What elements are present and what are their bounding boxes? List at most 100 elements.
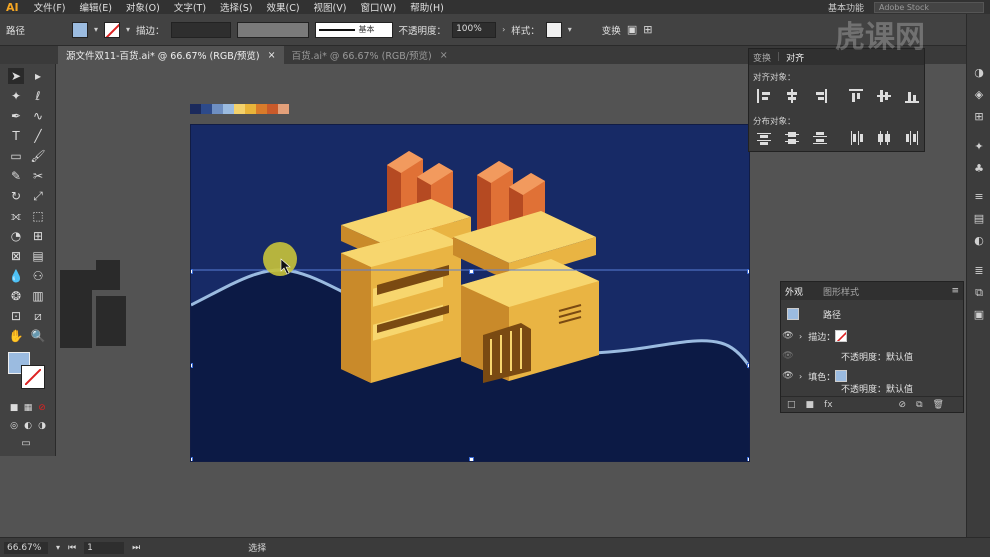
shaper-tool-icon[interactable]: ✎ [8,168,24,184]
delete-item-icon[interactable]: 🗑 [933,400,944,410]
menu-view[interactable]: 视图(V) [307,0,354,14]
artboard-number[interactable]: 1 [84,541,125,554]
palette-swatch[interactable] [256,104,267,114]
palette-swatch[interactable] [212,104,223,114]
close-icon[interactable]: × [268,50,276,61]
menu-object[interactable]: 对象(O) [119,0,167,14]
tab-appearance[interactable]: 外观 [785,285,803,298]
opacity-field[interactable]: 100% [452,21,497,38]
distribute-vcenter-icon[interactable] [785,131,799,145]
stroke-swatch[interactable] [835,330,848,342]
appearance-opacity-row-2[interactable]: 不透明度：默认值 [781,382,951,395]
none-mode-icon[interactable]: ⊘ [34,400,50,416]
align-bottom-icon[interactable] [905,89,919,103]
zoom-level[interactable]: 66.67% [4,541,48,554]
add-stroke-icon[interactable]: □ [787,400,796,410]
menu-file[interactable]: 文件(F) [27,0,73,14]
distribute-hcenter-icon[interactable] [877,131,891,145]
menu-effect[interactable]: 效果(C) [259,0,306,14]
swatches-icon[interactable]: ⊞ [972,110,986,124]
layers-icon[interactable]: ⧉ [972,286,986,300]
menu-type[interactable]: 文字(T) [167,0,213,14]
appearance-stroke-row[interactable]: 👁 › 描边： [781,326,951,346]
align-vcenter-icon[interactable] [877,89,891,103]
palette-swatch[interactable] [223,104,234,114]
rotate-tool-icon[interactable]: ↻ [8,188,24,204]
duplicate-item-icon[interactable]: ⧉ [916,400,922,410]
palette-swatch[interactable] [190,104,201,114]
distribute-left-icon[interactable] [849,131,863,145]
paintbrush-tool-icon[interactable]: 🖌 [30,148,46,164]
next-artboard-icon[interactable]: ⏭ [132,543,140,553]
selection-handle[interactable] [191,363,193,368]
hand-tool-icon[interactable]: ✋ [8,328,24,344]
lasso-tool-icon[interactable]: ℓ [30,88,46,104]
menu-edit[interactable]: 编辑(E) [73,0,119,14]
stroke-weight-field[interactable] [170,21,231,38]
align-top-icon[interactable] [849,89,863,103]
close-icon[interactable]: × [440,50,448,61]
transparency-icon[interactable]: ◐ [972,234,986,248]
stock-search-input[interactable]: Adobe Stock [874,1,984,13]
align-right-icon[interactable] [813,89,827,103]
brushes-icon[interactable]: ✦ [972,140,986,154]
zoom-tool-icon[interactable]: 🔍 [30,328,46,344]
line-tool-icon[interactable]: ╱ [30,128,46,144]
artboard-tool-icon[interactable]: ⊡ [8,308,24,324]
distribute-right-icon[interactable] [905,131,919,145]
palette-swatch[interactable] [234,104,245,114]
fill-swatch[interactable] [835,370,848,382]
stroke-color-icon[interactable] [21,365,45,389]
selection-tool-icon[interactable]: ➤ [8,68,24,84]
artboard[interactable] [190,124,750,462]
visibility-eye-icon[interactable]: 👁 [781,351,795,361]
appearance-icon[interactable]: ≣ [972,264,986,278]
tab-document-2[interactable]: 百货.ai* @ 66.67% (RGB/预览) × [284,46,456,64]
align-hcenter-icon[interactable] [785,89,799,103]
clear-appearance-icon[interactable]: ⊘ [899,400,907,410]
gradient-tool-icon[interactable]: ▤ [30,248,46,264]
color-panel-icon[interactable]: ◑ [972,66,986,80]
selection-handle[interactable] [747,363,749,368]
selection-handle[interactable] [469,457,474,461]
prev-artboard-icon[interactable]: ⏮ [68,543,76,553]
selection-handle[interactable] [191,269,193,274]
menu-select[interactable]: 选择(S) [213,0,259,14]
scale-tool-icon[interactable]: ⤢ [30,188,46,204]
scissors-tool-icon[interactable]: ✂ [30,168,46,184]
distribute-top-icon[interactable] [757,131,771,145]
color-guide-icon[interactable]: ◈ [972,88,986,102]
eyedropper-tool-icon[interactable]: 💧 [8,268,24,284]
appearance-object-row[interactable]: 路径 [781,304,951,324]
tab-transform[interactable]: 变换 [753,51,771,64]
pen-tool-icon[interactable]: ✒ [8,108,24,124]
stroke-style-field[interactable]: 基本 [314,21,393,38]
chevron-down-icon[interactable]: ▾ [126,25,130,34]
visibility-eye-icon[interactable]: 👁 [781,371,795,381]
fill-swatch[interactable] [72,21,88,38]
magic-wand-tool-icon[interactable]: ✦ [8,88,24,104]
transform-button[interactable]: 变换 [602,23,621,37]
chevron-right-icon[interactable]: › [502,25,505,34]
rectangle-tool-icon[interactable]: ▭ [8,148,24,164]
gradient-panel-icon[interactable]: ▤ [972,212,986,226]
stroke-swatch[interactable] [104,21,121,38]
slice-tool-icon[interactable]: ⧄ [30,308,46,324]
screen-mode-icon[interactable]: ▭ [18,436,34,452]
curvature-tool-icon[interactable]: ∿ [30,108,46,124]
selection-handle[interactable] [469,269,474,274]
direct-selection-tool-icon[interactable]: ▸ [30,68,46,84]
selection-handle[interactable] [191,457,193,461]
menu-window[interactable]: 窗口(W) [353,0,403,14]
shape-builder-tool-icon[interactable]: ◔ [8,228,24,244]
palette-swatch[interactable] [278,104,289,114]
symbols-icon[interactable]: ♣ [972,162,986,176]
align-options-icon[interactable]: ⊞ [643,23,652,36]
palette-swatch[interactable] [245,104,256,114]
free-transform-tool-icon[interactable]: ⬚ [30,208,46,224]
add-fill-icon[interactable]: ■ [806,400,815,410]
add-effect-icon[interactable]: fx [824,400,833,410]
distribute-bottom-icon[interactable] [813,131,827,145]
variable-width-field[interactable] [236,21,309,38]
blend-tool-icon[interactable]: ⚇ [30,268,46,284]
